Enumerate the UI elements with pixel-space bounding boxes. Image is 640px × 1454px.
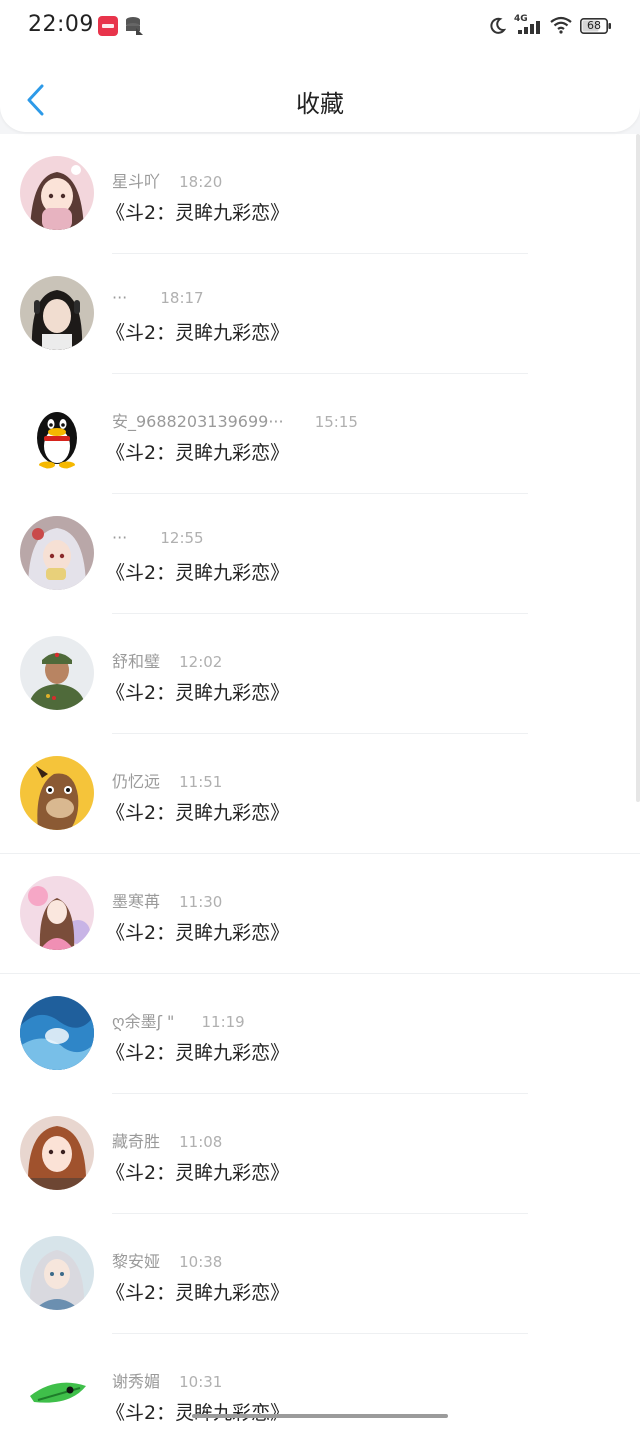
status-time: 22:09 (28, 12, 94, 37)
timestamp: 12:02 (179, 653, 223, 671)
sender-name: 谢秀媚 (112, 1372, 161, 1391)
sender-line: 舒和璧 12:02 (112, 648, 222, 672)
avatar (20, 756, 94, 830)
battery-level: 68 (587, 19, 601, 32)
sender-line: 星斗吖 18:20 (112, 168, 222, 192)
list-item[interactable]: 星斗吖 18:20 《斗2：灵眸九彩恋》 (0, 134, 640, 254)
cellular-signal-icon: 4G (514, 12, 544, 40)
list-item[interactable]: 藏奇胜 11:08 《斗2：灵眸九彩恋》 (0, 1094, 640, 1214)
avatar (20, 516, 94, 590)
avatar (20, 276, 94, 350)
header: 22:09 4G 68 收藏 (0, 0, 640, 132)
timestamp: 18:17 (160, 289, 204, 307)
message-text: 《斗2：灵眸九彩恋》 (106, 1162, 290, 1184)
avatar (20, 1356, 94, 1430)
sender-line: 藏奇胜 11:08 (112, 1128, 222, 1152)
avatar (20, 1236, 94, 1310)
list-item[interactable]: ··· 12:55 《斗2：灵眸九彩恋》 (0, 494, 640, 614)
message-text: 《斗2：灵眸九彩恋》 (106, 1402, 290, 1424)
sender-line: ··· 18:17 (112, 288, 204, 307)
home-indicator[interactable] (192, 1414, 448, 1418)
list-item[interactable]: 仍忆远 11:51 《斗2：灵眸九彩恋》 (0, 734, 640, 854)
sender-name: 藏奇胜 (112, 1132, 161, 1151)
list-item[interactable]: 舒和璧 12:02 《斗2：灵眸九彩恋》 (0, 614, 640, 734)
timestamp: 15:15 (314, 413, 358, 431)
scrollbar[interactable] (636, 134, 640, 802)
message-text: 《斗2：灵眸九彩恋》 (106, 1282, 290, 1304)
status-bar: 22:09 4G 68 (0, 0, 640, 52)
list-item[interactable]: 安_9688203139699··· 15:15 《斗2：灵眸九彩恋》 (0, 374, 640, 494)
sender-line: ღ余墨ʃ " 11:19 (112, 1008, 245, 1032)
list-item[interactable]: 黎安娅 10:38 《斗2：灵眸九彩恋》 (0, 1214, 640, 1334)
timestamp: 11:08 (179, 1133, 223, 1151)
wifi-icon (550, 16, 572, 38)
message-text: 《斗2：灵眸九彩恋》 (106, 1042, 290, 1064)
sender-name: 墨寒苒 (112, 892, 161, 911)
message-text: 《斗2：灵眸九彩恋》 (106, 202, 290, 224)
nav-bar: 收藏 (0, 70, 640, 130)
sender-line: 仍忆远 11:51 (112, 768, 222, 792)
sender-name: 舒和璧 (112, 652, 161, 671)
message-text: 《斗2：灵眸九彩恋》 (106, 682, 290, 704)
message-text: 《斗2：灵眸九彩恋》 (106, 562, 290, 584)
sender-name: 星斗吖 (112, 172, 161, 191)
avatar (20, 636, 94, 710)
do-not-disturb-moon-icon (488, 17, 507, 39)
message-text: 《斗2：灵眸九彩恋》 (106, 802, 290, 824)
timestamp: 10:38 (179, 1253, 223, 1271)
timestamp: 10:31 (179, 1373, 223, 1391)
sender-name: 黎安娅 (112, 1252, 161, 1271)
favorites-list: 星斗吖 18:20 《斗2：灵眸九彩恋》 ··· 18:17 《斗2：灵眸九彩恋… (0, 134, 640, 1454)
page-title: 收藏 (296, 90, 344, 118)
avatar (20, 156, 94, 230)
storage-icon (124, 16, 144, 40)
sender-name: ··· (112, 528, 128, 547)
app-notification-icon (98, 16, 118, 40)
sender-line: 黎安娅 10:38 (112, 1248, 222, 1272)
message-text: 《斗2：灵眸九彩恋》 (106, 442, 290, 464)
avatar (20, 1116, 94, 1190)
avatar (20, 996, 94, 1070)
sender-line: 墨寒苒 11:30 (112, 888, 222, 912)
sender-name: ··· (112, 288, 128, 307)
list-item[interactable]: ··· 18:17 《斗2：灵眸九彩恋》 (0, 254, 640, 374)
avatar (20, 396, 94, 470)
sender-line: 谢秀媚 10:31 (112, 1368, 222, 1392)
sender-name: 仍忆远 (112, 772, 161, 791)
network-type-label: 4G (514, 14, 528, 24)
avatar (20, 876, 94, 950)
battery-icon: 68 (580, 18, 612, 34)
sender-name: ღ余墨ʃ " (112, 1012, 175, 1031)
list-item[interactable]: 墨寒苒 11:30 《斗2：灵眸九彩恋》 (0, 854, 640, 974)
timestamp: 18:20 (179, 173, 223, 191)
message-text: 《斗2：灵眸九彩恋》 (106, 922, 290, 944)
list-item[interactable]: ღ余墨ʃ " 11:19 《斗2：灵眸九彩恋》 (0, 974, 640, 1094)
timestamp: 11:30 (179, 893, 223, 911)
sender-name: 安_9688203139699··· (112, 412, 284, 431)
message-text: 《斗2：灵眸九彩恋》 (106, 322, 290, 344)
list-item[interactable]: 谢秀媚 10:31 《斗2：灵眸九彩恋》 (0, 1334, 640, 1454)
sender-line: 安_9688203139699··· 15:15 (112, 408, 358, 432)
timestamp: 11:19 (201, 1013, 245, 1031)
sender-line: ··· 12:55 (112, 528, 204, 547)
timestamp: 12:55 (160, 529, 204, 547)
timestamp: 11:51 (179, 773, 223, 791)
